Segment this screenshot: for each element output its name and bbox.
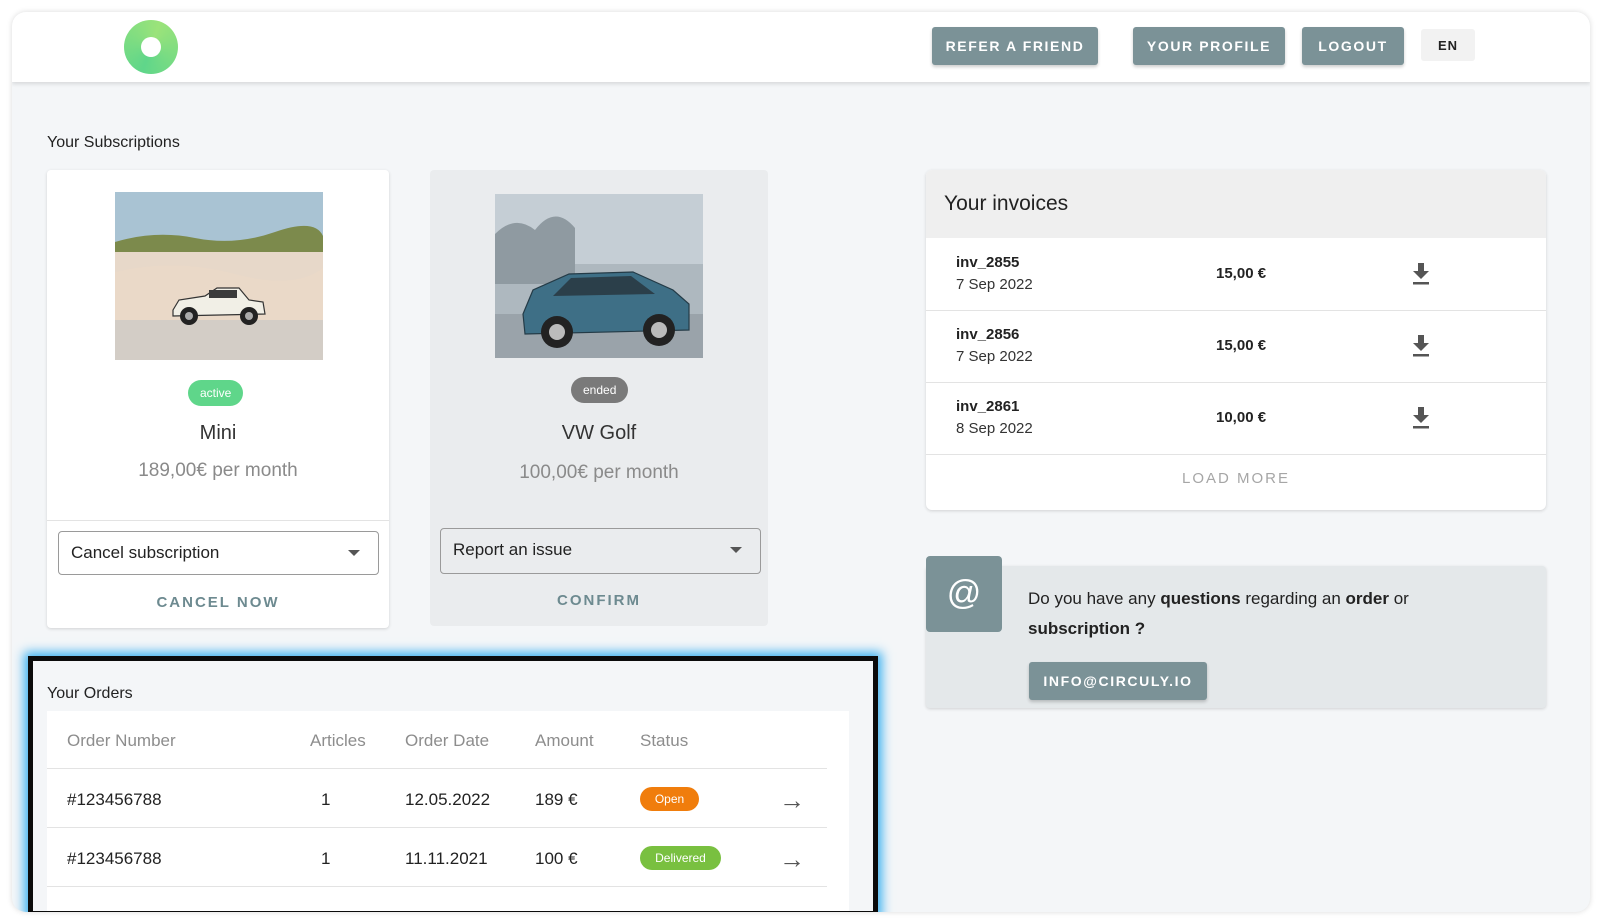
row-divider — [926, 454, 1546, 455]
top-bar: REFER A FRIEND YOUR PROFILE LOGOUT EN — [12, 12, 1590, 82]
car-name: VW Golf — [561, 422, 637, 444]
arrow-right-icon[interactable]: → — [779, 846, 805, 872]
invoice-amount: 15,00 € — [1216, 337, 1267, 354]
order-date: 11.11.2021 — [405, 849, 488, 868]
status-badge: ended — [571, 377, 629, 403]
invoice-date: 7 Sep 2022 — [956, 348, 1033, 365]
contact-text-bold: order — [1345, 589, 1389, 608]
refer-a-friend-button[interactable]: REFER A FRIEND — [932, 27, 1098, 65]
contact-card: @ Do you have any questions regarding an… — [926, 556, 1546, 708]
row-divider — [926, 382, 1546, 383]
row-divider — [47, 886, 827, 887]
contact-text-part: Do you have any — [1028, 589, 1161, 608]
invoice-amount: 10,00 € — [1216, 409, 1267, 426]
confirm-button[interactable]: CONFIRM — [430, 592, 768, 609]
logo[interactable] — [124, 20, 178, 74]
load-more-button[interactable]: LOAD MORE — [926, 470, 1546, 487]
app-frame: REFER A FRIEND YOUR PROFILE LOGOUT EN Yo… — [12, 12, 1590, 912]
column-header: Status — [640, 731, 689, 750]
arrow-right-icon[interactable]: → — [779, 787, 805, 813]
column-header: Order Date — [405, 731, 490, 750]
contact-text-part: or — [1388, 589, 1409, 608]
order-amount: 100 € — [535, 849, 578, 868]
car-price: 189,00€ per month — [138, 460, 298, 481]
column-header: Order Number — [67, 731, 176, 750]
cancel-now-button[interactable]: CANCEL NOW — [47, 594, 389, 611]
car-name: Mini — [199, 422, 237, 444]
column-header: Articles — [310, 731, 366, 750]
order-articles: 1 — [321, 790, 331, 809]
invoice-id: inv_2861 — [956, 398, 1020, 415]
row-divider — [926, 310, 1546, 311]
caret-down-icon — [730, 547, 742, 553]
subscription-card: active Mini 189,00€ per month Cancel sub… — [47, 170, 389, 628]
orders-table: Order Number Articles Order Date Amount … — [47, 711, 849, 911]
column-header: Amount — [535, 731, 594, 750]
order-amount: 189 € — [535, 790, 578, 809]
contact-text-bold: subscription ? — [1028, 619, 1146, 638]
row-divider — [47, 827, 827, 828]
invoice-date: 8 Sep 2022 — [956, 420, 1033, 437]
invoice-id: inv_2856 — [956, 326, 1020, 343]
logout-button[interactable]: LOGOUT — [1302, 27, 1404, 65]
caret-down-icon — [348, 550, 360, 556]
contact-text-bold: questions — [1160, 589, 1241, 608]
invoice-id: inv_2855 — [956, 254, 1020, 271]
your-profile-button[interactable]: YOUR PROFILE — [1133, 27, 1285, 65]
contact-text-part: regarding an — [1240, 589, 1346, 608]
subscription-card: ended VW Golf 100,00€ per month Report a… — [430, 170, 768, 626]
car-price: 100,00€ per month — [519, 462, 679, 483]
download-icon[interactable] — [1412, 335, 1430, 357]
cancel-subscription-select[interactable]: Cancel subscription — [58, 531, 379, 575]
language-button[interactable]: EN — [1421, 29, 1475, 61]
order-number: #123456788 — [67, 790, 162, 809]
invoices-card: Your invoices inv_2855 7 Sep 2022 15,00 … — [926, 170, 1546, 510]
car-image-mini — [115, 192, 323, 360]
subscriptions-title: Your Subscriptions — [47, 134, 180, 151]
invoices-header: Your invoices — [926, 170, 1546, 238]
invoices-title: Your invoices — [944, 192, 1069, 215]
download-icon[interactable] — [1412, 407, 1430, 429]
order-date: 12.05.2022 — [405, 790, 491, 809]
at-icon: @ — [926, 556, 1002, 632]
order-number: #123456788 — [67, 849, 162, 868]
select-value: Report an issue — [453, 540, 573, 559]
row-divider — [47, 768, 827, 769]
car-image-vw-golf — [495, 194, 703, 358]
report-issue-select[interactable]: Report an issue — [440, 528, 761, 574]
status-badge: Open — [640, 787, 699, 811]
email-button[interactable]: INFO@CIRCULY.IO — [1029, 662, 1207, 700]
order-articles: 1 — [321, 849, 331, 868]
orders-title: Your Orders — [47, 685, 133, 702]
status-badge: active — [188, 380, 244, 406]
status-badge: Delivered — [640, 846, 721, 870]
invoice-amount: 15,00 € — [1216, 265, 1267, 282]
contact-text: Do you have any questions regarding an o… — [1028, 584, 1448, 644]
select-value: Cancel subscription — [71, 543, 220, 562]
download-icon[interactable] — [1412, 263, 1430, 285]
card-divider — [47, 520, 389, 521]
invoice-date: 7 Sep 2022 — [956, 276, 1033, 293]
orders-section: Your Orders Order Number Articles Order … — [28, 656, 878, 912]
